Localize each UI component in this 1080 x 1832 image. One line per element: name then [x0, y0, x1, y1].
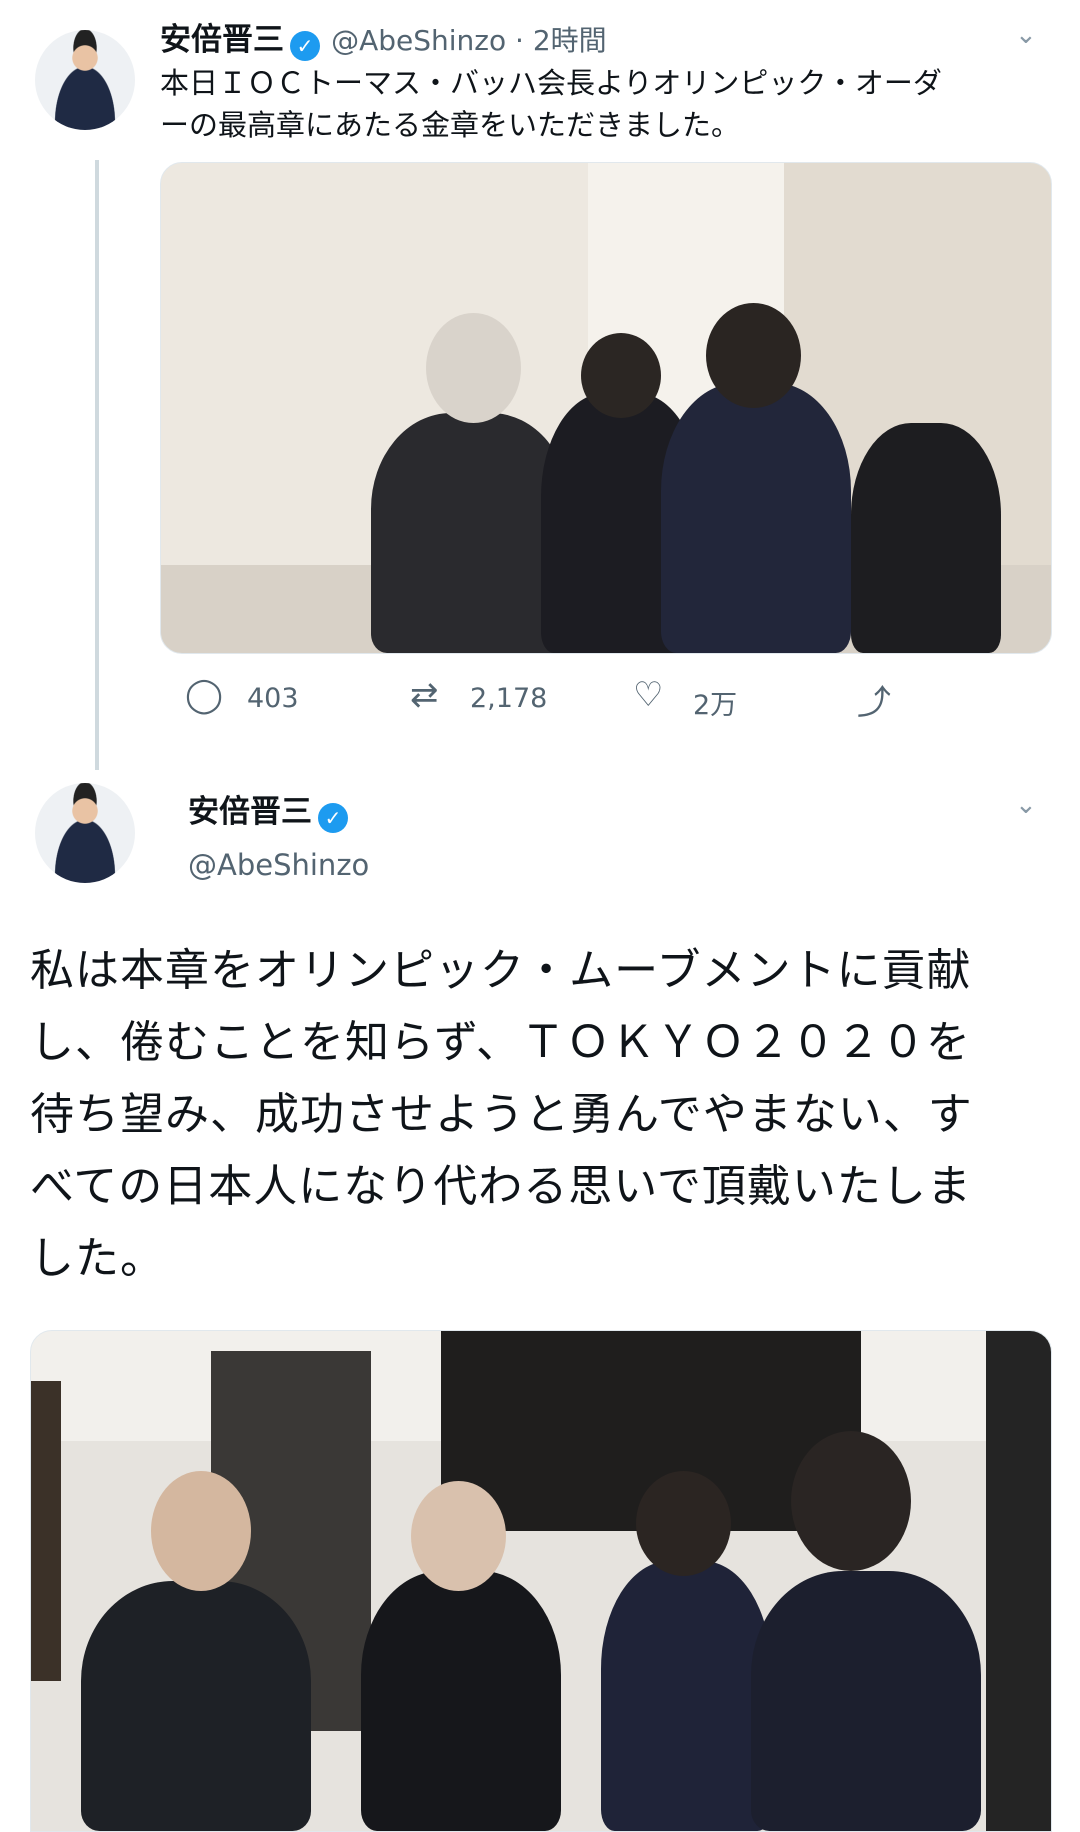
tweet2-author[interactable]: 安倍晋三 ✓: [188, 790, 348, 834]
verified-badge-icon: ✓: [290, 30, 320, 61]
avatar[interactable]: [35, 783, 135, 883]
photo-figure: [426, 313, 521, 423]
photo-figure: [751, 1571, 981, 1831]
tweet1-text: 本日ＩＯＣトーマス・バッハ会長よりオリンピック・オーダ ーの最高章にあたる金章を…: [160, 62, 1060, 146]
reply-count: 403: [247, 683, 299, 714]
chevron-down-icon[interactable]: ⌄: [1015, 790, 1037, 820]
tweet2-photo[interactable]: [30, 1330, 1052, 1832]
like-count: 2万: [693, 690, 738, 721]
photo-figure: [636, 1471, 731, 1576]
photo-figure: [791, 1431, 911, 1571]
avatar[interactable]: [35, 30, 135, 130]
tweet1-header: 安倍晋三 ✓ @AbeShinzo · 2時間: [160, 18, 607, 62]
thread-line: [95, 160, 99, 770]
heart-icon[interactable]: ♡: [633, 675, 663, 715]
reply-icon[interactable]: ◯: [185, 675, 223, 715]
tweet2-text: 私は本章をオリンピック・ムーブメントに貢献 し、倦むことを知らず、ＴＯＫＹＯ２０…: [30, 935, 1060, 1295]
handle[interactable]: @AbeShinzo: [188, 848, 369, 882]
photo-figure: [361, 1571, 561, 1831]
author-name: 安倍晋三: [188, 794, 312, 830]
photo-figure: [661, 383, 851, 653]
author-name[interactable]: 安倍晋三: [160, 22, 284, 58]
photo-right-panel: [986, 1331, 1051, 1831]
retweet-icon[interactable]: ⇄: [410, 675, 439, 715]
photo-figure: [851, 423, 1001, 653]
tweet2-text-line: 私は本章をオリンピック・ムーブメントに貢献: [30, 945, 972, 996]
tweet1-text-line: 本日ＩＯＣトーマス・バッハ会長よりオリンピック・オーダ: [160, 66, 942, 100]
photo-figure: [581, 333, 661, 418]
tweet1-actions: ◯ 403 ⇄ 2,178 ♡ 2万 ⤴: [185, 675, 945, 725]
photo-figure: [81, 1581, 311, 1831]
photo-left-panel: [31, 1381, 61, 1681]
tweet1-text-line: ーの最高章にあたる金章をいただきました。: [160, 108, 741, 142]
chevron-down-icon[interactable]: ⌄: [1015, 20, 1037, 50]
retweet-count: 2,178: [470, 683, 548, 714]
tweet1-photo[interactable]: [160, 162, 1052, 654]
tweet2-text-line: した。: [30, 1233, 165, 1284]
photo-figure: [706, 303, 801, 408]
share-icon[interactable]: ⤴: [857, 675, 891, 724]
tweet2-text-line: べての日本人になり代わる思いで頂戴いたしま: [30, 1161, 972, 1212]
handle-time[interactable]: @AbeShinzo · 2時間: [331, 24, 607, 57]
tweet2-text-line: し、倦むことを知らず、ＴＯＫＹＯ２０２０を: [30, 1017, 972, 1068]
photo-figure: [151, 1471, 251, 1591]
photo-figure: [411, 1481, 506, 1591]
photo-figure: [601, 1561, 771, 1831]
tweet2-text-line: 待ち望み、成功させようと勇んでやまない、す: [30, 1089, 973, 1140]
verified-badge-icon: ✓: [318, 802, 348, 833]
